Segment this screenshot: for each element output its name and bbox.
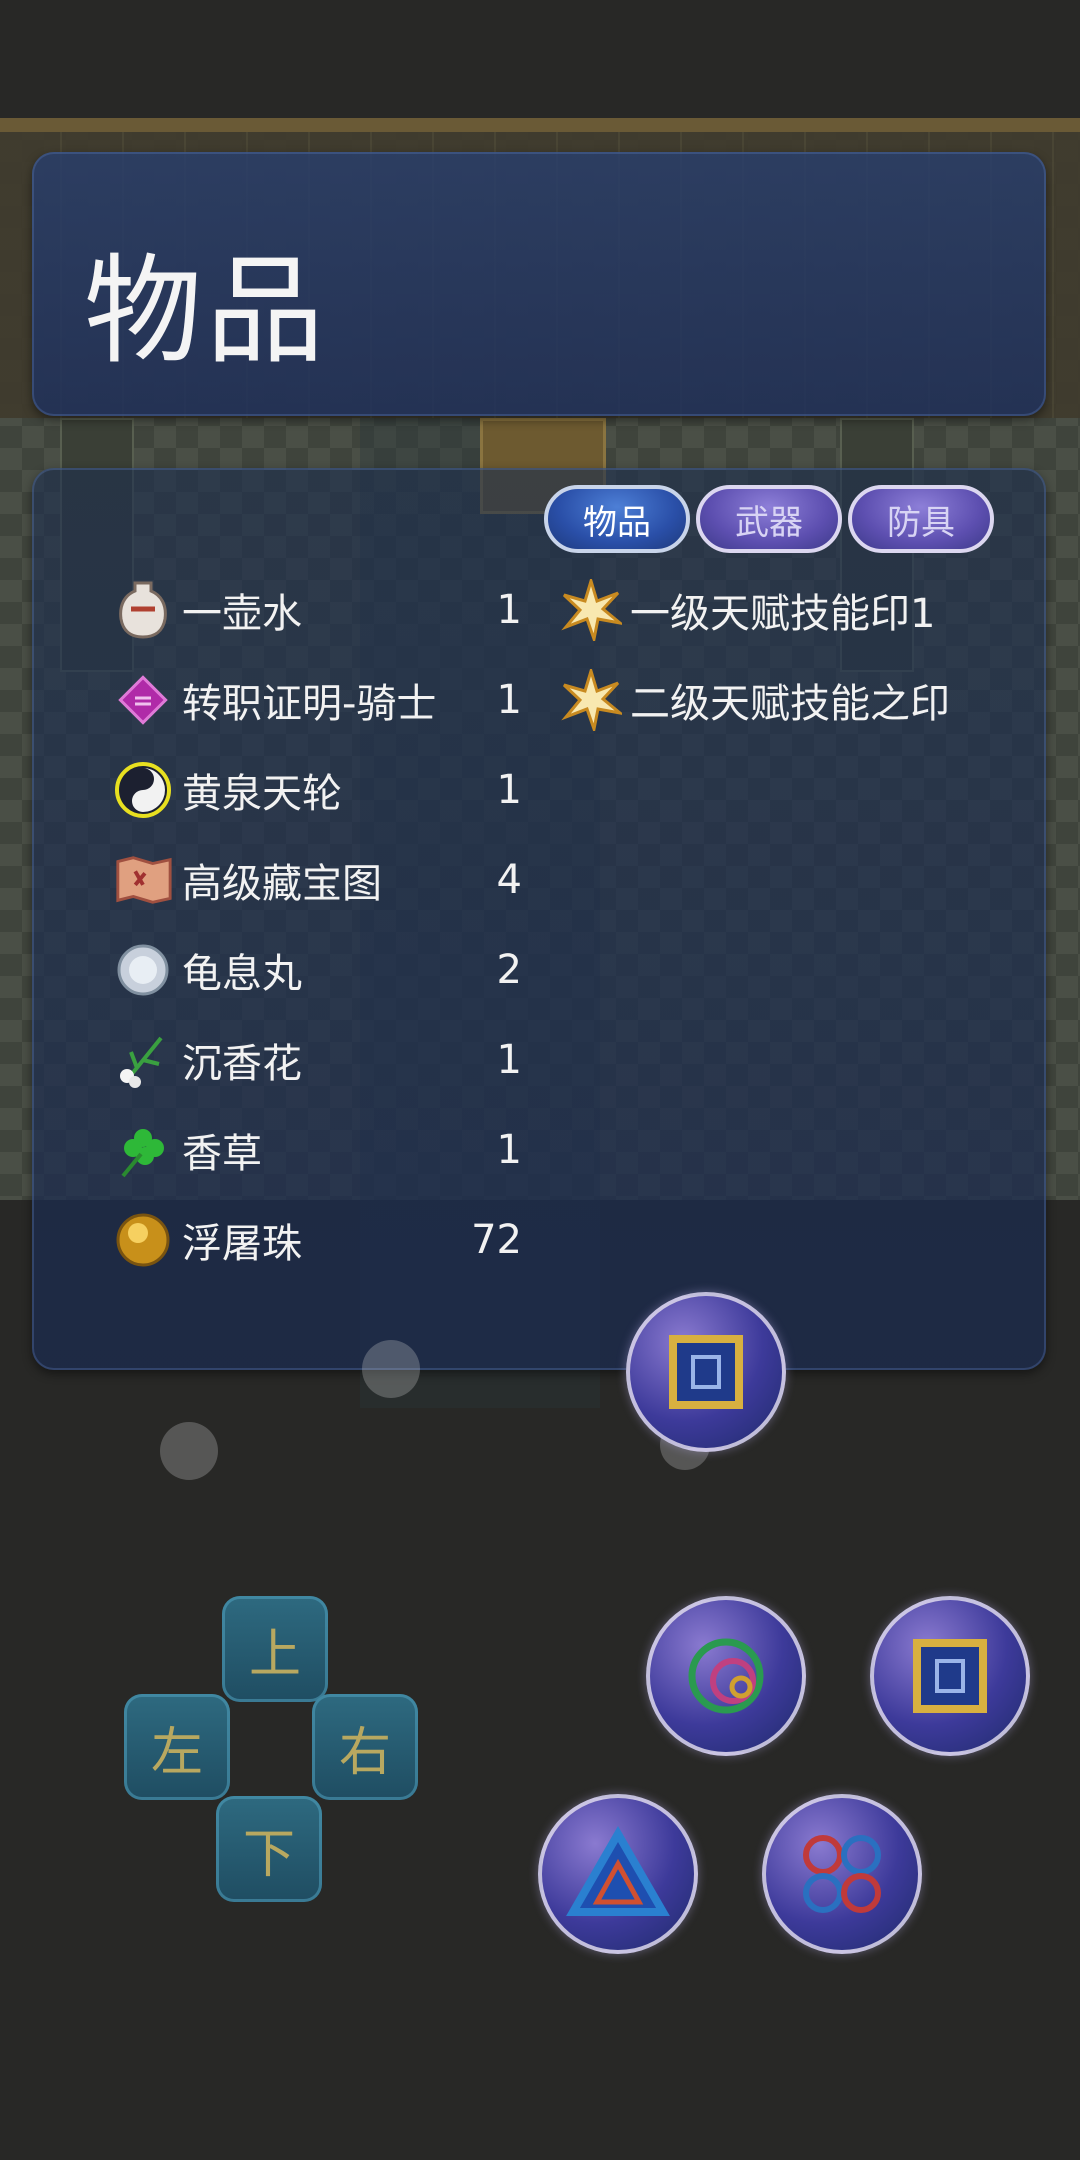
- list-item[interactable]: 二级天赋技能之印: [560, 660, 990, 740]
- action-square-button[interactable]: [870, 1596, 1030, 1756]
- flower-icon: [112, 1029, 174, 1091]
- dpad-up-button[interactable]: 上: [222, 1596, 328, 1702]
- yin-yang-wheel-icon: [112, 759, 174, 821]
- item-name: 龟息丸: [182, 951, 302, 997]
- list-item[interactable]: 龟息丸 2: [112, 930, 522, 1010]
- dpad-down-button[interactable]: 下: [216, 1796, 322, 1902]
- item-name: 一级天赋技能印1: [630, 591, 936, 637]
- list-item[interactable]: 香草 1: [112, 1110, 522, 1190]
- page-title: 物品: [84, 242, 329, 380]
- water-jar-icon: [112, 579, 174, 641]
- touch-indicator: [160, 1422, 218, 1480]
- item-quantity: 1: [496, 1037, 522, 1083]
- dpad-left-button[interactable]: 左: [124, 1694, 230, 1800]
- purple-scroll-icon: [112, 669, 174, 731]
- list-item[interactable]: 黄泉天轮 1: [112, 750, 522, 830]
- scene-wall-band: [0, 118, 1080, 132]
- item-name: 转职证明-骑士: [182, 681, 437, 727]
- item-quantity: 4: [496, 857, 522, 903]
- list-item[interactable]: 浮屠珠 72: [112, 1200, 522, 1280]
- cross-rings-icon: [803, 1835, 881, 1913]
- item-name: 沉香花: [182, 1041, 302, 1087]
- item-quantity: 2: [496, 947, 522, 993]
- item-name: 黄泉天轮: [182, 771, 342, 817]
- touch-indicator: [362, 1340, 420, 1398]
- title-panel: 物品: [32, 152, 1046, 416]
- item-quantity: 1: [496, 767, 522, 813]
- item-name: 高级藏宝图: [182, 861, 382, 907]
- list-item[interactable]: 一壶水 1: [112, 570, 522, 650]
- item-name: 浮屠珠: [182, 1221, 302, 1267]
- item-name: 二级天赋技能之印: [630, 681, 950, 727]
- item-quantity: 1: [496, 587, 522, 633]
- list-item[interactable]: 转职证明-骑士 1: [112, 660, 522, 740]
- dpad-right-button[interactable]: 右: [312, 1694, 418, 1800]
- square-icon: [913, 1639, 987, 1713]
- list-item[interactable]: 一级天赋技能印1: [560, 570, 990, 650]
- triangle-icon: [566, 1825, 670, 1916]
- clover-icon: [112, 1119, 174, 1181]
- swirl-icon: [688, 1638, 764, 1714]
- starburst-icon: [560, 669, 622, 731]
- item-quantity: 1: [496, 677, 522, 723]
- item-quantity: 1: [496, 1127, 522, 1173]
- menu-button[interactable]: [626, 1292, 786, 1452]
- list-item[interactable]: 高级藏宝图 4: [112, 840, 522, 920]
- list-item[interactable]: 沉香花 1: [112, 1020, 522, 1100]
- pill-icon: [112, 939, 174, 1001]
- gold-bead-icon: [112, 1209, 174, 1271]
- item-name: 香草: [182, 1131, 262, 1177]
- action-circle-button[interactable]: [646, 1596, 806, 1756]
- starburst-icon: [560, 579, 622, 641]
- item-quantity: 72: [471, 1217, 522, 1263]
- treasure-map-icon: [112, 849, 174, 911]
- tab-armor[interactable]: 防具: [848, 485, 994, 553]
- category-tabs: 物品 武器 防具: [544, 485, 994, 553]
- tab-items[interactable]: 物品: [544, 485, 690, 553]
- action-cross-button[interactable]: [762, 1794, 922, 1954]
- item-name: 一壶水: [182, 591, 302, 637]
- action-triangle-button[interactable]: [538, 1794, 698, 1954]
- menu-square-icon: [669, 1335, 743, 1409]
- tab-weapons[interactable]: 武器: [696, 485, 842, 553]
